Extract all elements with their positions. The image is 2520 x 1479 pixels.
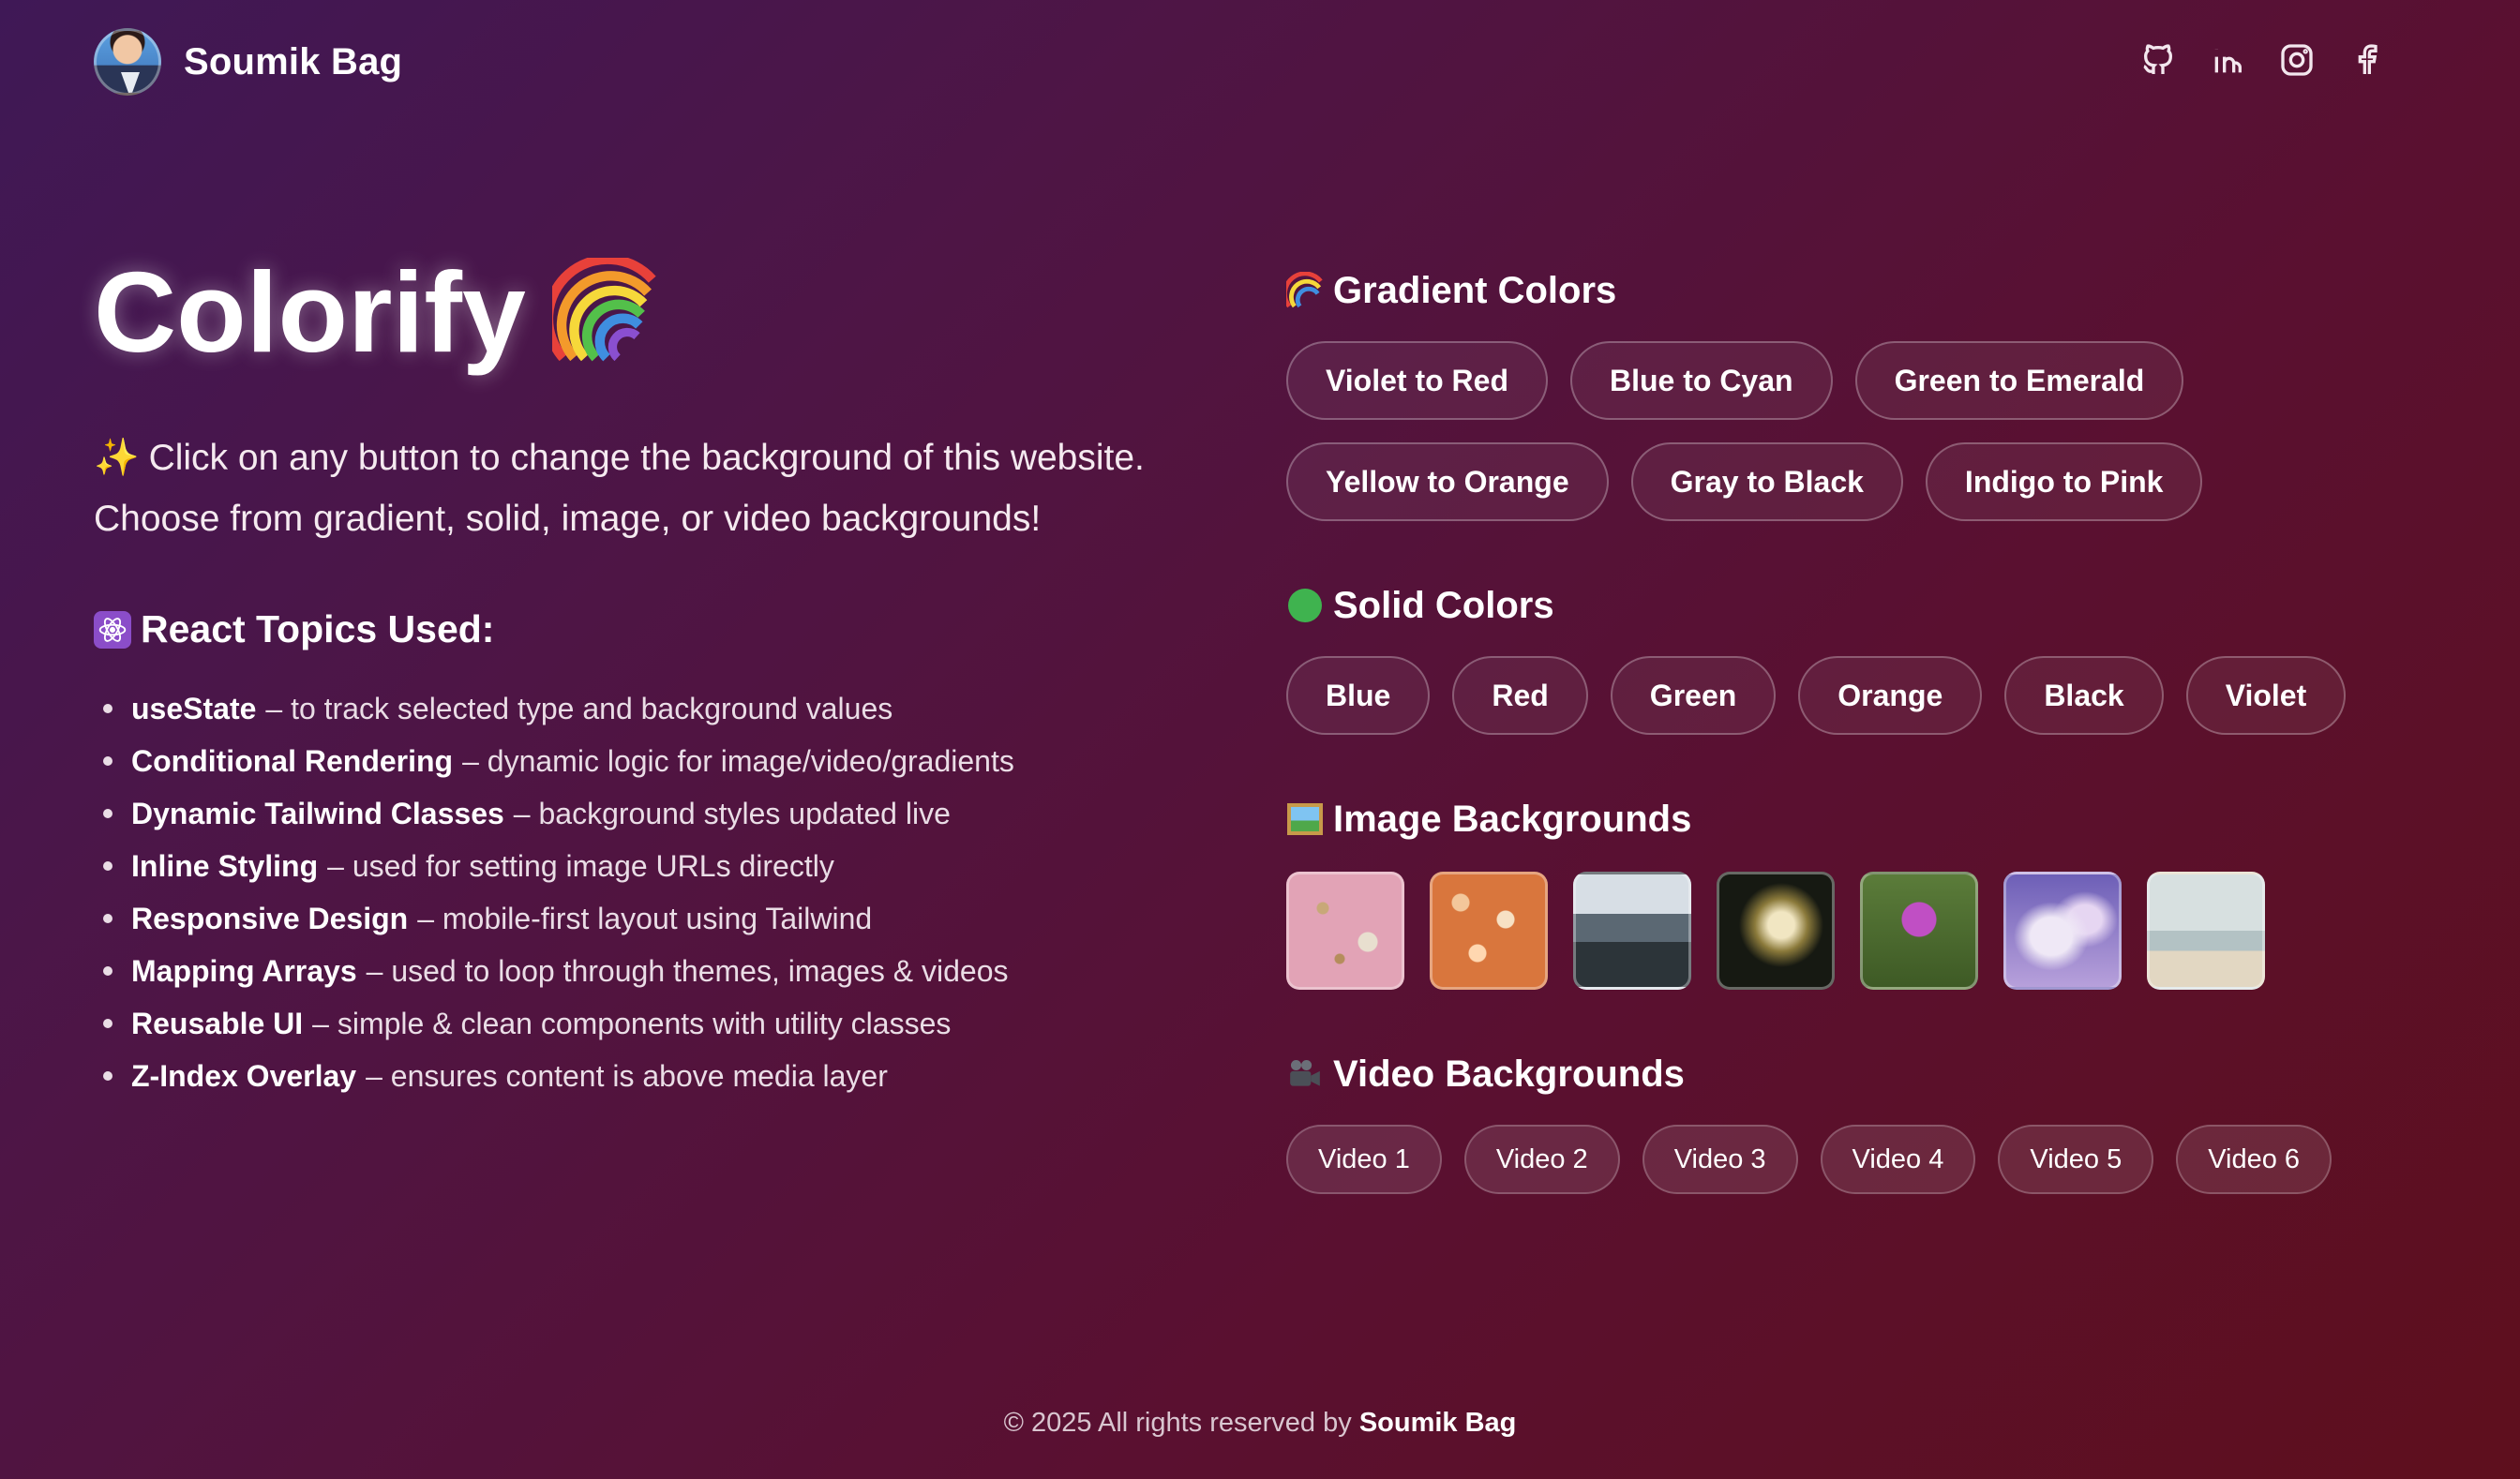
social-links — [2139, 41, 2385, 79]
solid-red-button[interactable]: Red — [1452, 656, 1588, 735]
video-section: Video Backgrounds Video 1 Video 2 Video … — [1286, 1046, 2332, 1194]
solid-orange-button[interactable]: Orange — [1798, 656, 1983, 735]
solid-heading: Solid Colors — [1286, 577, 2346, 634]
solid-black-button[interactable]: Black — [2004, 656, 2164, 735]
list-item: Reusable UI – simple & clean components w… — [103, 997, 1014, 1050]
list-item: Z-Index Overlay – ensures content is abov… — [103, 1050, 1014, 1102]
gradient-heading: Gradient Colors — [1286, 262, 2280, 319]
facebook-icon[interactable] — [2348, 41, 2385, 79]
video-2-button[interactable]: Video 2 — [1463, 1125, 1620, 1194]
footer-author: Soumik Bag — [1358, 1408, 1517, 1438]
gradient-violet-red-button[interactable]: Violet to Red — [1286, 341, 1548, 420]
list-item: Inline Styling – used for setting image U… — [103, 840, 1014, 892]
image-thumbnail[interactable] — [1286, 872, 1404, 990]
footer: © 2025 All rights reserved by Soumik Bag — [1003, 1408, 1517, 1438]
topics-list: useState – to track selected type and bac… — [103, 682, 1014, 1102]
image-thumbnail[interactable] — [1430, 872, 1548, 990]
gradient-yellow-orange-button[interactable]: Yellow to Orange — [1286, 442, 1609, 521]
brand-name: Soumik Bag — [184, 40, 403, 82]
video-5-button[interactable]: Video 5 — [1998, 1125, 2154, 1194]
video-camera-icon — [1286, 1055, 1324, 1093]
image-section: Image Backgrounds — [1286, 791, 2265, 990]
image-thumbnail[interactable] — [1717, 872, 1835, 990]
page-title: Colorify — [94, 255, 661, 369]
atom-icon — [94, 610, 131, 649]
image-thumbnail[interactable] — [2147, 872, 2265, 990]
video-6-button[interactable]: Video 6 — [2176, 1125, 2332, 1194]
solid-blue-button[interactable]: Blue — [1286, 656, 1431, 735]
solid-section: Solid Colors Blue Red Green Orange Black… — [1286, 577, 2347, 735]
instagram-icon[interactable] — [2278, 41, 2316, 79]
intro-text: ✨ Click on any button to change the backg… — [94, 438, 1145, 539]
green-circle-icon — [1286, 587, 1324, 624]
framed-picture-icon — [1286, 800, 1324, 838]
gradient-gray-black-button[interactable]: Gray to Black — [1630, 442, 1903, 521]
page-title-text: Colorify — [94, 248, 526, 376]
image-thumbnail[interactable] — [1860, 872, 1978, 990]
list-item: Responsive Design – mobile-first layout u… — [103, 892, 1014, 945]
github-icon[interactable] — [2139, 41, 2177, 79]
avatar — [94, 28, 161, 96]
header-brand: Soumik Bag — [94, 28, 402, 96]
topics-heading: React Topics Used: — [94, 607, 494, 651]
list-item: useState – to track selected type and bac… — [103, 682, 1014, 735]
rainbow-icon — [1286, 272, 1323, 308]
video-1-button[interactable]: Video 1 — [1286, 1125, 1442, 1194]
gradient-blue-cyan-button[interactable]: Blue to Cyan — [1569, 341, 1833, 420]
list-item: Dynamic Tailwind Classes – background sty… — [103, 787, 1014, 840]
video-3-button[interactable]: Video 3 — [1642, 1125, 1798, 1194]
image-heading: Image Backgrounds — [1286, 791, 2265, 847]
video-4-button[interactable]: Video 4 — [1820, 1125, 1976, 1194]
list-item: Mapping Arrays – used to loop through the… — [103, 945, 1014, 997]
solid-violet-button[interactable]: Violet — [2185, 656, 2347, 735]
sparkle-icon: ✨ — [94, 438, 140, 478]
gradient-section: Gradient Colors Violet to Red Blue to Cy… — [1286, 262, 2280, 521]
rainbow-icon — [551, 258, 656, 362]
image-thumbnail[interactable] — [1573, 872, 1691, 990]
image-thumbnail[interactable] — [2003, 872, 2122, 990]
list-item: Conditional Rendering – dynamic logic for… — [103, 735, 1014, 787]
video-heading: Video Backgrounds — [1286, 1046, 2332, 1102]
linkedin-icon[interactable] — [2209, 41, 2246, 79]
solid-green-button[interactable]: Green — [1610, 656, 1777, 735]
gradient-green-emerald-button[interactable]: Green to Emerald — [1854, 341, 2184, 420]
gradient-indigo-pink-button[interactable]: Indigo to Pink — [1925, 442, 2203, 521]
